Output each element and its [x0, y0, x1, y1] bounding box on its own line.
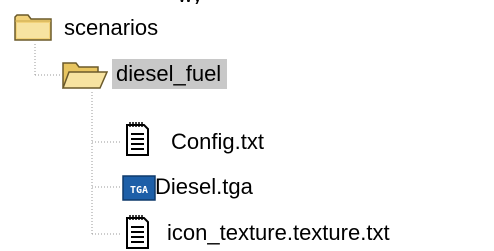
- text-file-icon: [126, 122, 149, 156]
- tree-label-diesel-tga: Diesel.tga: [155, 174, 253, 199]
- text-file-icon: [126, 215, 149, 249]
- tree-label-scenarios: scenarios: [64, 15, 159, 40]
- tree-label-icon-texture-txt: icon_texture.texture.txt: [167, 220, 390, 245]
- tree-label-config-txt: Config.txt: [171, 129, 264, 154]
- tga-badge-text: TGA: [130, 185, 148, 196]
- tga-file-icon: TGA: [122, 175, 156, 201]
- tree-label-diesel-fuel: diesel_fuel: [112, 59, 228, 89]
- open-folder-icon: [62, 62, 108, 89]
- closed-folder-icon: [14, 14, 52, 41]
